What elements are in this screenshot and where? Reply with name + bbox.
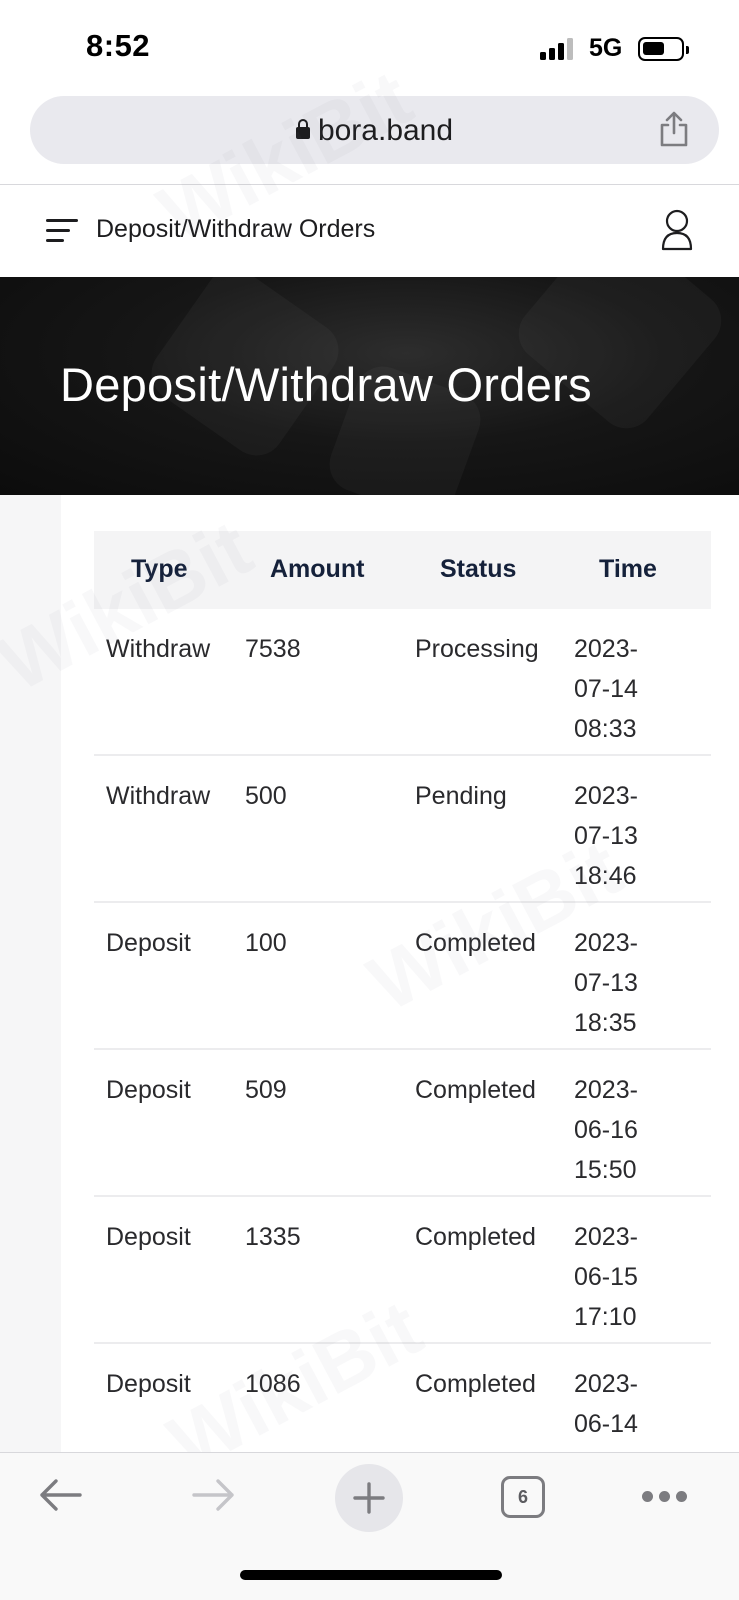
table-row: Deposit 100 Completed 2023-07-13 18:35 — [94, 903, 711, 1050]
content-area: Type Amount Status Time Withdraw 7538 Pr… — [0, 495, 739, 1478]
cell-amount: 500 — [245, 782, 287, 810]
url-display[interactable]: bora.band — [30, 114, 719, 148]
site-header: Deposit/Withdraw Orders — [0, 185, 739, 277]
table-header: Type Amount Status Time — [94, 531, 711, 609]
cell-status: Processing — [415, 635, 539, 663]
network-type: 5G — [589, 34, 623, 62]
cell-type: Deposit — [106, 929, 191, 957]
url-text: bora.band — [317, 114, 454, 147]
home-indicator — [240, 1570, 502, 1580]
cell-time: 2023-07-14 08:33 — [574, 635, 638, 743]
forward-arrow-icon[interactable] — [190, 1475, 238, 1515]
cell-amount: 7538 — [245, 635, 301, 663]
back-arrow-icon[interactable] — [36, 1475, 84, 1515]
user-icon[interactable] — [660, 209, 694, 251]
cell-status: Completed — [415, 1076, 536, 1104]
more-icon[interactable] — [642, 1491, 688, 1503]
column-header-time: Time — [599, 555, 657, 583]
column-header-amount: Amount — [270, 555, 365, 583]
cell-type: Withdraw — [106, 635, 211, 663]
tabs-button[interactable]: 6 — [501, 1476, 545, 1518]
address-bar[interactable]: bora.band — [30, 96, 719, 164]
cell-amount: 1086 — [245, 1370, 301, 1398]
cell-amount: 1335 — [245, 1223, 301, 1251]
cell-time: 2023-07-13 18:35 — [574, 929, 638, 1037]
battery-icon — [638, 37, 689, 61]
table-row: Withdraw 7538 Processing 2023-07-14 08:3… — [94, 609, 711, 756]
status-bar: 8:52 5G — [0, 0, 739, 92]
cellular-signal-icon — [540, 38, 576, 60]
cell-amount: 100 — [245, 929, 287, 957]
orders-card: Type Amount Status Time Withdraw 7538 Pr… — [61, 495, 739, 1478]
table-row: Deposit 509 Completed 2023-06-16 15:50 — [94, 1050, 711, 1197]
cell-status: Completed — [415, 1370, 536, 1398]
cell-status: Completed — [415, 1223, 536, 1251]
cell-time: 2023-07-13 18:46 — [574, 782, 638, 890]
cell-amount: 509 — [245, 1076, 287, 1104]
table-row: Deposit 1335 Completed 2023-06-15 17:10 — [94, 1197, 711, 1344]
table-row: Withdraw 500 Pending 2023-07-13 18:46 — [94, 756, 711, 903]
plus-icon — [353, 1482, 385, 1514]
cell-time: 2023-06-15 17:10 — [574, 1223, 638, 1331]
cell-type: Deposit — [106, 1370, 191, 1398]
cell-type: Deposit — [106, 1076, 191, 1104]
new-tab-button[interactable] — [335, 1464, 403, 1532]
cell-status: Completed — [415, 929, 536, 957]
column-header-status: Status — [440, 555, 517, 583]
cell-type: Deposit — [106, 1223, 191, 1251]
lock-icon — [295, 119, 310, 139]
cell-status: Pending — [415, 782, 507, 810]
column-header-type: Type — [131, 555, 188, 583]
cell-time: 2023-06-16 15:50 — [574, 1076, 638, 1184]
header-title: Deposit/Withdraw Orders — [96, 215, 376, 243]
page-title: Deposit/Withdraw Orders — [60, 358, 592, 411]
cell-type: Withdraw — [106, 782, 211, 810]
status-time: 8:52 — [86, 28, 151, 63]
hero-banner: Deposit/Withdraw Orders — [0, 277, 739, 495]
menu-icon[interactable] — [46, 219, 78, 243]
share-icon[interactable] — [657, 110, 691, 148]
